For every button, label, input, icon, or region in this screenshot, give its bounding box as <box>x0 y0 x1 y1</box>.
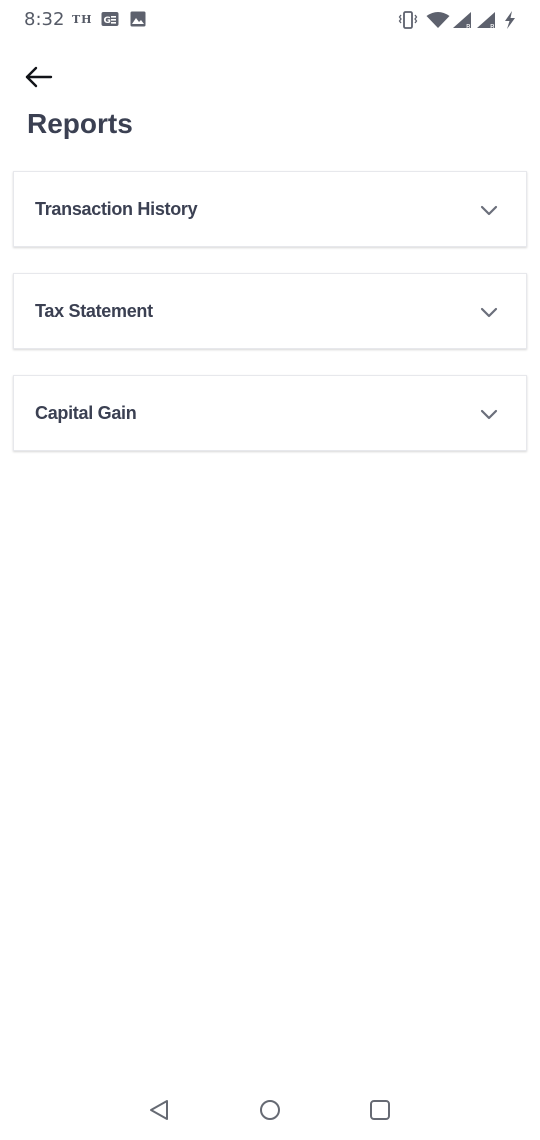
tax-statement-card[interactable]: Tax Statement <box>13 273 527 349</box>
battery-charging-icon <box>503 11 517 34</box>
arrow-left-icon <box>22 66 56 96</box>
gallery-notification-icon: G <box>101 11 119 32</box>
report-label: Capital Gain <box>35 403 137 423</box>
svg-text:G: G <box>104 16 111 26</box>
report-label: Transaction History <box>35 199 198 219</box>
vibrate-icon <box>398 11 418 34</box>
navigation-bar <box>0 1080 540 1140</box>
status-carrier: TH <box>72 13 93 26</box>
status-time: 8:32 <box>24 9 65 30</box>
home-circle-icon[interactable] <box>256 1096 284 1124</box>
signal-icon: R <box>452 11 474 34</box>
back-triangle-icon[interactable] <box>146 1096 174 1124</box>
recents-square-icon[interactable] <box>366 1096 394 1124</box>
wifi-icon <box>426 11 450 34</box>
report-label: Tax Statement <box>35 301 153 321</box>
page-title: Reports <box>27 108 133 139</box>
svg-text:R: R <box>466 23 471 29</box>
chevron-down-icon[interactable] <box>480 201 498 219</box>
signal-icon: R <box>476 11 498 34</box>
chevron-down-icon[interactable] <box>480 405 498 423</box>
svg-text:R: R <box>490 23 495 29</box>
capital-gain-card[interactable]: Capital Gain <box>13 375 527 451</box>
chevron-down-icon[interactable] <box>480 303 498 321</box>
transaction-history-card[interactable]: Transaction History <box>13 171 527 247</box>
image-notification-icon <box>130 11 146 32</box>
status-bar: 8:32 TH G R R <box>0 0 540 40</box>
back-button[interactable] <box>22 62 56 92</box>
